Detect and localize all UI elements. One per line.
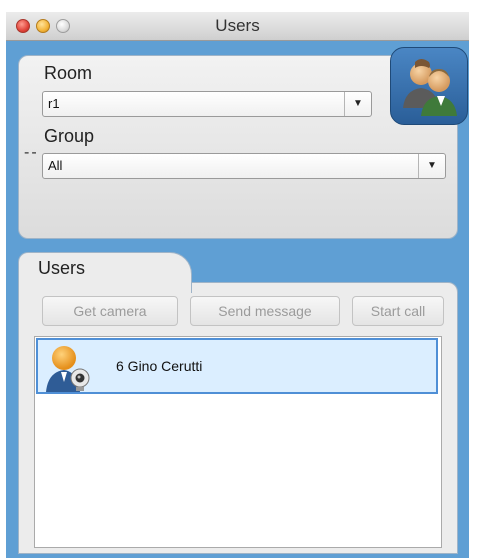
- get-camera-button[interactable]: Get camera: [42, 296, 178, 326]
- chevron-down-icon[interactable]: ▼: [344, 92, 371, 116]
- webcam-user-icon: [42, 342, 94, 394]
- group-label: Group: [44, 126, 95, 146]
- users-list[interactable]: 6 Gino Cerutti: [34, 336, 442, 548]
- room-select-value: r1: [48, 96, 60, 111]
- group-select-value: All: [48, 158, 63, 173]
- list-item[interactable]: 6 Gino Cerutti: [36, 338, 438, 394]
- title-bar: Users: [6, 12, 469, 41]
- room-select[interactable]: r1 ▼: [42, 91, 372, 117]
- room-label: Room: [44, 63, 93, 83]
- start-call-button[interactable]: Start call: [352, 296, 444, 326]
- user-name: 6 Gino Cerutti: [116, 358, 203, 374]
- users-icon: [390, 47, 468, 125]
- window-title: Users: [215, 16, 260, 35]
- group-status-text: --: [24, 144, 39, 161]
- chevron-down-icon[interactable]: ▼: [418, 154, 445, 178]
- group-select[interactable]: All ▼: [42, 153, 446, 179]
- send-message-button[interactable]: Send message: [190, 296, 340, 326]
- tab-users-label: Users: [38, 258, 86, 278]
